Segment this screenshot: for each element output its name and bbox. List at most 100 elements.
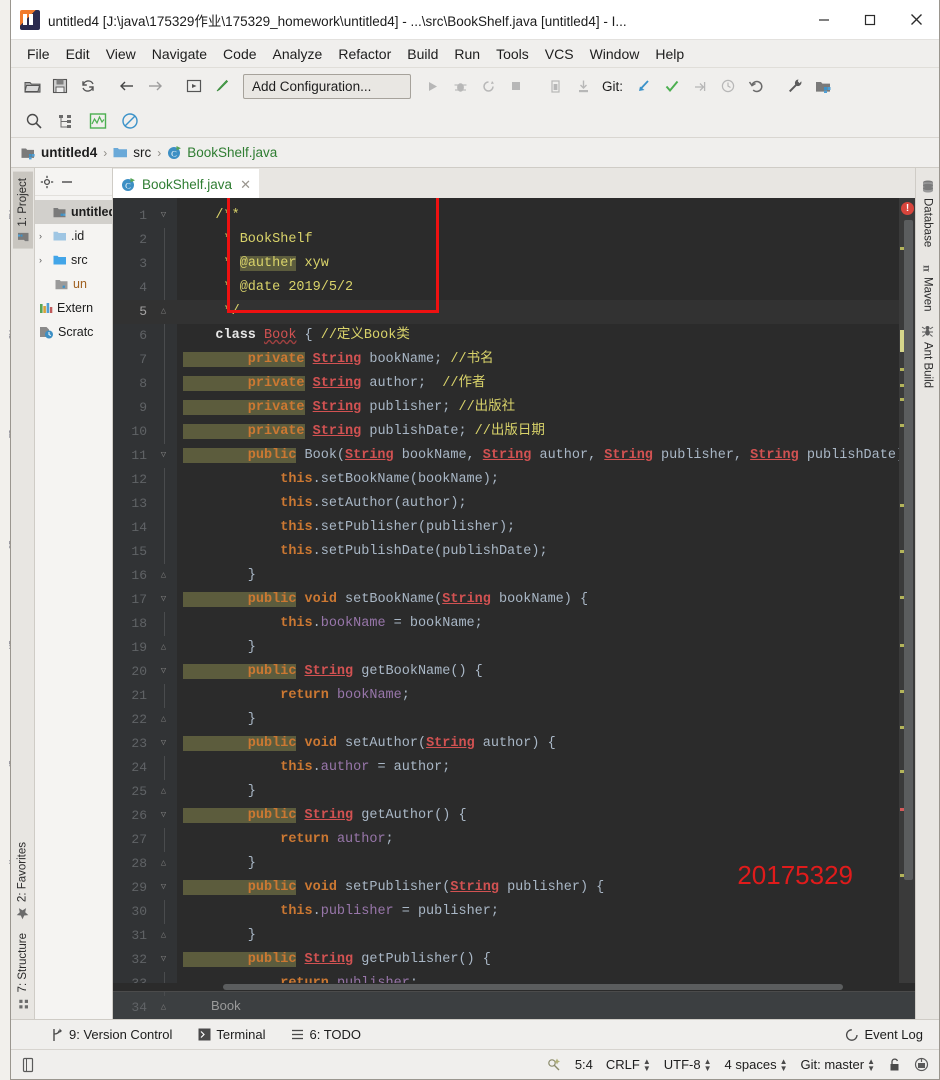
error-indicator[interactable]: ! — [901, 202, 914, 215]
editor-horizontal-scrollbar-thumb[interactable] — [223, 984, 843, 990]
code-line[interactable]: this.setBookName(bookName); — [177, 468, 899, 492]
code-line[interactable]: public String getBookName() { — [177, 660, 899, 684]
line-number[interactable]: 9 — [113, 396, 177, 420]
fold-expand-icon[interactable]: △ — [158, 930, 169, 941]
code-line[interactable]: private String bookName; //书名 — [177, 348, 899, 372]
inspections-icon[interactable] — [546, 1057, 562, 1073]
line-number[interactable]: 11 ▽ — [113, 444, 177, 468]
line-number[interactable]: 21 — [113, 684, 177, 708]
line-number-gutter[interactable]: 1 ▽ 2 3 4 5 △ 6 7 8 9 10 11 ▽ 12 13 14 15 16 △ 17 ▽ 18 19 △ 20 ▽ 21… — [113, 198, 177, 1015]
code-line[interactable]: this.bookName = bookName; — [177, 612, 899, 636]
menu-run[interactable]: Run — [446, 43, 488, 65]
menu-tools[interactable]: Tools — [488, 43, 537, 65]
fold-expand-icon[interactable]: △ — [158, 786, 169, 797]
code-line[interactable]: public String getAuthor() { — [177, 804, 899, 828]
code-line[interactable]: } — [177, 708, 899, 732]
debug-icon[interactable] — [447, 73, 473, 99]
sidebar-item-project[interactable]: 1: Project — [12, 172, 33, 249]
code-line[interactable]: } — [177, 780, 899, 804]
project-structure-icon[interactable] — [810, 73, 836, 99]
push-icon[interactable] — [687, 73, 713, 99]
code-line[interactable]: public String getPublisher() { — [177, 948, 899, 972]
history-icon[interactable] — [715, 73, 741, 99]
code-line[interactable]: private String publishDate; //出版日期 — [177, 420, 899, 444]
run-configuration-selector[interactable]: Add Configuration... — [243, 73, 411, 99]
code-line[interactable]: * BookShelf — [177, 228, 899, 252]
line-number[interactable]: 7 — [113, 348, 177, 372]
menu-edit[interactable]: Edit — [58, 43, 98, 65]
rollback-icon[interactable] — [743, 73, 769, 99]
line-number[interactable]: 34 △ — [113, 996, 177, 1020]
line-number[interactable]: 1 ▽ — [113, 204, 177, 228]
line-number[interactable]: 16 △ — [113, 564, 177, 588]
line-number[interactable]: 28 △ — [113, 852, 177, 876]
sidebar-item-database[interactable]: Database — [919, 174, 937, 253]
indent-selector[interactable]: 4 spaces ▲ ▼ — [725, 1057, 788, 1072]
tree-item-idea[interactable]: › .id — [35, 224, 112, 248]
code-line[interactable]: * @auther xyw — [177, 252, 899, 276]
menu-code[interactable]: Code — [215, 43, 264, 65]
code-line[interactable]: public Book(String bookName, String auth… — [177, 444, 899, 468]
maximize-button[interactable] — [847, 0, 893, 40]
line-number[interactable]: 15 — [113, 540, 177, 564]
line-number[interactable]: 5 △ — [113, 300, 177, 324]
line-number[interactable]: 19 △ — [113, 636, 177, 660]
line-number[interactable]: 20 ▽ — [113, 660, 177, 684]
minimize-button[interactable] — [801, 0, 847, 40]
fold-expand-icon[interactable]: △ — [158, 714, 169, 725]
encoding-selector[interactable]: UTF-8 ▲ ▼ — [664, 1057, 712, 1072]
gear-icon[interactable] — [40, 175, 54, 189]
code-line[interactable]: private String publisher; //出版社 — [177, 396, 899, 420]
run-icon[interactable] — [419, 73, 445, 99]
menu-vcs[interactable]: VCS — [537, 43, 582, 65]
fold-collapse-icon[interactable]: ▽ — [158, 594, 169, 605]
tree-item-scratches[interactable]: Scratc — [35, 320, 112, 344]
save-all-icon[interactable] — [47, 73, 73, 99]
line-number[interactable]: 25 △ — [113, 780, 177, 804]
code-line[interactable]: * @date 2019/5/2 — [177, 276, 899, 300]
editor-horizontal-scrollbar-track[interactable] — [113, 983, 915, 991]
fold-expand-icon[interactable]: △ — [158, 858, 169, 869]
line-number[interactable]: 12 — [113, 468, 177, 492]
line-number[interactable]: 29 ▽ — [113, 876, 177, 900]
fold-expand-icon[interactable]: △ — [158, 306, 169, 317]
tab-bookshelf-java[interactable]: C BookShelf.java ✕ — [113, 169, 259, 198]
tree-item-iml[interactable]: un — [35, 272, 112, 296]
bottom-item-version-control[interactable]: 9: Version Control — [51, 1027, 172, 1042]
menu-file[interactable]: File — [19, 43, 58, 65]
code-line[interactable]: /** — [177, 204, 899, 228]
code-line[interactable]: this.author = author; — [177, 756, 899, 780]
line-number[interactable]: 14 — [113, 516, 177, 540]
code-line[interactable]: this.setPublisher(publisher); — [177, 516, 899, 540]
code-line[interactable]: private String author; //作者 — [177, 372, 899, 396]
bottom-item-event-log[interactable]: Event Log — [845, 1027, 923, 1042]
fold-expand-icon[interactable]: △ — [158, 1002, 169, 1013]
fold-collapse-icon[interactable]: ▽ — [158, 450, 169, 461]
bottom-item-todo[interactable]: 6: TODO — [291, 1027, 361, 1042]
line-number[interactable]: 22 △ — [113, 708, 177, 732]
line-number[interactable]: 27 — [113, 828, 177, 852]
menu-build[interactable]: Build — [399, 43, 446, 65]
line-number[interactable]: 30 — [113, 900, 177, 924]
fold-expand-icon[interactable]: △ — [158, 570, 169, 581]
code-line[interactable]: return bookName; — [177, 684, 899, 708]
profiler-icon[interactable] — [542, 73, 568, 99]
error-stripe-marker-bar[interactable]: ! — [899, 198, 915, 983]
code-line[interactable]: return publisher; — [177, 972, 899, 983]
tree-item-src[interactable]: › src — [35, 248, 112, 272]
fold-collapse-icon[interactable]: ▽ — [158, 810, 169, 821]
sidebar-item-ant-build[interactable]: Ant Build — [918, 318, 937, 394]
code-line[interactable]: } — [177, 564, 899, 588]
forward-arrow-icon[interactable] — [142, 73, 168, 99]
sidebar-item-favorites[interactable]: 2: Favorites — [12, 836, 33, 926]
line-number[interactable]: 8 — [113, 372, 177, 396]
code-line[interactable]: public void setBookName(String bookName)… — [177, 588, 899, 612]
build-hammer-icon[interactable] — [209, 73, 235, 99]
caret-position[interactable]: 5:4 — [575, 1057, 593, 1072]
line-number[interactable]: 18 — [113, 612, 177, 636]
collapse-icon[interactable] — [60, 175, 74, 189]
menu-window[interactable]: Window — [582, 43, 648, 65]
code-line[interactable]: public void setAuthor(String author) { — [177, 732, 899, 756]
breadcrumb-item-src[interactable]: src — [113, 145, 151, 160]
tree-arrow[interactable]: › — [39, 255, 49, 265]
